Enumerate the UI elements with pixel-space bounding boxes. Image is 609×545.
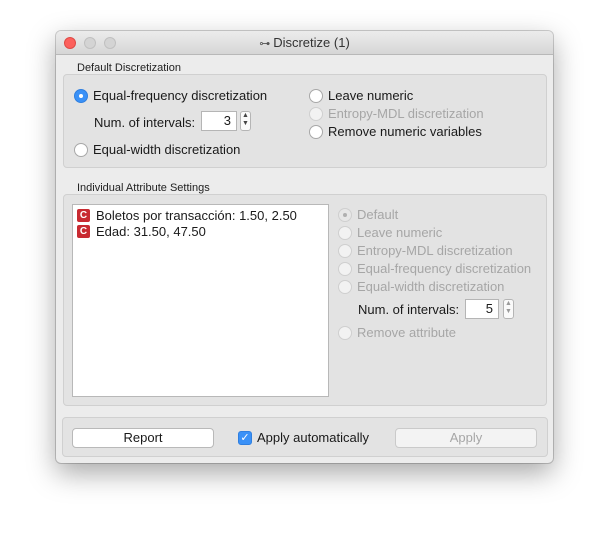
checkmark-icon: ✓ (238, 430, 252, 445)
radio-indicator (74, 142, 88, 157)
radio-label: Leave numeric (328, 88, 414, 103)
radio-label: Equal-frequency discretization (93, 88, 268, 103)
radio-indicator (338, 207, 352, 222)
apply-automatically-label: Apply automatically (257, 430, 369, 445)
individual-intervals-input[interactable]: 5 (465, 299, 499, 319)
radio-individual-leave-numeric[interactable]: Leave numeric (338, 225, 442, 240)
radio-label: Equal-frequency discretization (357, 261, 532, 276)
radio-indicator (309, 124, 323, 139)
default-intervals-stepper[interactable]: ▲ ▼ (240, 111, 251, 131)
radio-individual-entropy-mdl[interactable]: Entropy-MDL discretization (338, 243, 513, 258)
radio-indicator (309, 106, 323, 121)
orange-widget-icon: ⊶ (259, 38, 270, 50)
radio-default-equal-frequency[interactable]: Equal-frequency discretization (74, 88, 267, 103)
radio-label: Default (357, 207, 399, 222)
radio-indicator (338, 261, 352, 276)
radio-default-entropy-mdl[interactable]: Entropy-MDL discretization (309, 106, 484, 121)
report-button[interactable]: Report (72, 428, 214, 448)
radio-individual-remove-attribute[interactable]: Remove attribute (338, 325, 456, 340)
discretize-window: ⊶ Discretize (1) Default Discretization E… (56, 31, 553, 463)
radio-indicator (74, 88, 88, 103)
radio-indicator (338, 325, 352, 340)
radio-default-leave-numeric[interactable]: Leave numeric (309, 88, 413, 103)
title-bar[interactable]: ⊶ Discretize (1) (56, 31, 553, 55)
radio-indicator (338, 279, 352, 294)
apply-button[interactable]: Apply (395, 428, 537, 448)
default-intervals-input[interactable]: 3 (201, 111, 237, 131)
individual-intervals-stepper[interactable]: ▲ ▼ (503, 299, 514, 319)
continuous-variable-icon: C (77, 209, 90, 222)
radio-individual-default[interactable]: Default (338, 207, 398, 222)
list-item[interactable]: C Edad: 31.50, 47.50 (77, 224, 206, 239)
individual-intervals-label: Num. of intervals: (358, 302, 460, 317)
list-item[interactable]: C Boletos por transacción: 1.50, 2.50 (77, 208, 297, 223)
window-title: Discretize (1) (273, 35, 350, 50)
window-title-wrap: ⊶ Discretize (1) (56, 35, 553, 50)
attribute-text: Edad: 31.50, 47.50 (96, 224, 206, 239)
default-discretization-label: Default Discretization (77, 62, 181, 74)
radio-individual-equal-frequency[interactable]: Equal-frequency discretization (338, 261, 531, 276)
radio-label: Equal-width discretization (357, 279, 505, 294)
radio-label: Entropy-MDL discretization (328, 106, 484, 121)
radio-default-equal-width[interactable]: Equal-width discretization (74, 142, 240, 157)
default-intervals-label: Num. of intervals: (94, 115, 196, 130)
continuous-variable-icon: C (77, 225, 90, 238)
radio-label: Equal-width discretization (93, 142, 241, 157)
attribute-text: Boletos por transacción: 1.50, 2.50 (96, 208, 297, 223)
default-discretization-group: Equal-frequency discretization Num. of i… (63, 74, 547, 168)
attribute-list[interactable]: C Boletos por transacción: 1.50, 2.50 C … (72, 204, 329, 397)
radio-individual-equal-width[interactable]: Equal-width discretization (338, 279, 504, 294)
apply-automatically-checkbox[interactable]: ✓ Apply automatically (238, 430, 369, 445)
radio-label: Entropy-MDL discretization (357, 243, 513, 258)
radio-indicator (338, 225, 352, 240)
radio-default-remove-numeric[interactable]: Remove numeric variables (309, 124, 482, 139)
bottom-bar: Report ✓ Apply automatically Apply (62, 417, 548, 457)
individual-settings-label: Individual Attribute Settings (77, 182, 210, 194)
radio-indicator (309, 88, 323, 103)
radio-indicator (338, 243, 352, 258)
radio-label: Remove attribute (357, 325, 456, 340)
radio-label: Leave numeric (357, 225, 443, 240)
radio-label: Remove numeric variables (328, 124, 482, 139)
